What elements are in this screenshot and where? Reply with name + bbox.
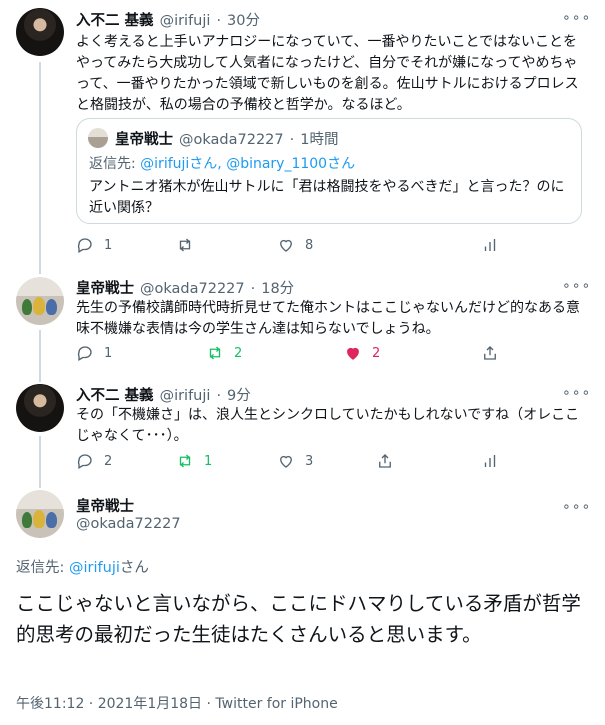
reply-count: 2 bbox=[104, 453, 113, 469]
tweet-time[interactable]: 18分 bbox=[261, 277, 294, 298]
quote-avatar bbox=[88, 128, 108, 148]
analytics-button[interactable] bbox=[481, 452, 499, 470]
like-button[interactable]: 8 bbox=[277, 236, 313, 254]
tweet-header: 皇帝戦士 @okada72227 · 18分 bbox=[76, 277, 294, 298]
avatar[interactable] bbox=[16, 8, 64, 56]
tweet-header: 入不二 基義 @irifuji · 30分 bbox=[76, 9, 260, 30]
share-icon bbox=[379, 454, 391, 468]
heart-icon bbox=[347, 347, 359, 360]
retweet-button[interactable]: 1 bbox=[176, 452, 212, 470]
retweet-button[interactable]: 2 bbox=[206, 344, 242, 362]
like-button[interactable]: 2 bbox=[344, 344, 380, 362]
separator-dot: · bbox=[289, 132, 295, 148]
analytics-icon bbox=[484, 455, 496, 467]
reply-button[interactable]: 2 bbox=[76, 452, 112, 470]
like-count: 8 bbox=[305, 237, 314, 253]
quote-author-handle: @okada72227 bbox=[179, 132, 284, 148]
avatar[interactable] bbox=[16, 490, 64, 538]
author-name[interactable]: 皇帝戦士 bbox=[76, 495, 134, 516]
tweet-text: その「不機嫌さ」は、浪人生とシンクロしていたかもしれないですね（オレここじゃなく… bbox=[76, 407, 580, 444]
more-icon[interactable]: ∘∘∘ bbox=[562, 278, 591, 294]
figure-decoration bbox=[22, 299, 32, 315]
avatar[interactable] bbox=[16, 277, 64, 325]
reply-icon bbox=[77, 454, 92, 469]
like-button[interactable]: 3 bbox=[277, 452, 313, 470]
tweet-timestamp: 午後11:12 · 2021年1月18日 · Twitter for iPhon… bbox=[16, 693, 338, 713]
reply-user-link[interactable]: @irifuji bbox=[69, 560, 120, 576]
quote-text: アントニオ猪木が佐山サトルに「君は格闘技をやるべきだ」と言った？のに近い関係？ bbox=[89, 179, 565, 216]
source-app[interactable]: Twitter for iPhone bbox=[215, 696, 337, 712]
timestamp-text[interactable]: 午後11:12 · 2021年1月18日 · bbox=[16, 696, 215, 712]
tweet-text: 先生の予備校講師時代時折見せてた俺ホントはここじゃないんだけど的なある意味不機嫌… bbox=[76, 300, 580, 337]
thread-line bbox=[39, 330, 41, 382]
reply-line: 返信先: @irifujiさん bbox=[16, 556, 149, 577]
quoted-tweet[interactable]: 皇帝戦士 @okada72227 · 1時間 返信先: @irifujiさん, … bbox=[76, 118, 582, 224]
analytics-button[interactable] bbox=[481, 236, 499, 254]
share-icon bbox=[484, 346, 496, 360]
quote-header: 皇帝戦士 @okada72227 · 1時間 bbox=[115, 128, 338, 149]
author-name[interactable]: 入不二 基義 bbox=[76, 384, 154, 405]
like-count: 3 bbox=[305, 453, 314, 469]
reply-prefix: 返信先: bbox=[89, 156, 141, 172]
author-name[interactable]: 皇帝戦士 bbox=[76, 277, 134, 298]
heart-icon bbox=[280, 455, 292, 468]
thread-line bbox=[39, 436, 41, 488]
reply-count: 1 bbox=[104, 345, 113, 361]
more-icon[interactable]: ∘∘∘ bbox=[562, 385, 591, 401]
reply-icon bbox=[77, 346, 92, 361]
reply-button[interactable]: 1 bbox=[76, 236, 112, 254]
author-handle[interactable]: @okada72227 bbox=[140, 281, 245, 297]
retweet-icon bbox=[209, 346, 221, 360]
main-tweet-text: ここじゃないと言いながら、ここにドハマりしている矛盾が哲学的思考の最初だった生徒… bbox=[16, 592, 581, 646]
figure-decoration bbox=[33, 510, 45, 528]
figure-decoration bbox=[33, 297, 45, 315]
author-handle[interactable]: @irifuji bbox=[160, 388, 211, 404]
reply-suffix: さん bbox=[119, 560, 149, 576]
heart-icon bbox=[280, 239, 292, 252]
tweet-time[interactable]: 30分 bbox=[227, 9, 260, 30]
author-handle[interactable]: @irifuji bbox=[160, 13, 211, 29]
retweet-count: 2 bbox=[234, 345, 243, 361]
retweet-icon bbox=[179, 238, 191, 252]
reply-button[interactable]: 1 bbox=[76, 344, 112, 362]
figure-decoration bbox=[46, 512, 57, 528]
tweet-time[interactable]: 9分 bbox=[227, 384, 251, 405]
quote-reply-line: 返信先: @irifujiさん, @binary_1100さん bbox=[89, 153, 355, 173]
tweet-text: よく考えると上手いアナロジーになっていて、一番やりたいことではないことをやってみ… bbox=[76, 34, 579, 113]
thread-line bbox=[39, 62, 41, 274]
separator-dot: · bbox=[250, 281, 256, 297]
reply-users[interactable]: @irifujiさん, @binary_1100さん bbox=[140, 156, 355, 172]
like-count: 2 bbox=[372, 345, 381, 361]
figure-decoration bbox=[46, 299, 57, 315]
figure-decoration bbox=[22, 512, 32, 528]
separator-dot: · bbox=[216, 13, 222, 29]
more-icon[interactable]: ∘∘∘ bbox=[562, 10, 591, 26]
retweet-button[interactable] bbox=[176, 236, 204, 254]
separator-dot: · bbox=[216, 388, 222, 404]
retweet-icon bbox=[179, 454, 191, 468]
avatar[interactable] bbox=[16, 384, 64, 432]
reply-count: 1 bbox=[104, 237, 113, 253]
more-icon[interactable]: ∘∘∘ bbox=[562, 499, 591, 515]
quote-time: 1時間 bbox=[300, 132, 339, 148]
reply-icon bbox=[77, 238, 92, 253]
retweet-count: 1 bbox=[204, 453, 213, 469]
share-button[interactable] bbox=[481, 344, 499, 362]
author-handle[interactable]: @okada72227 bbox=[76, 516, 181, 532]
author-name[interactable]: 入不二 基義 bbox=[76, 9, 154, 30]
analytics-icon bbox=[484, 239, 496, 251]
quote-author-name: 皇帝戦士 bbox=[115, 132, 173, 148]
tweet-header: 入不二 基義 @irifuji · 9分 bbox=[76, 384, 251, 405]
reply-prefix: 返信先: bbox=[16, 560, 69, 576]
share-button[interactable] bbox=[376, 452, 394, 470]
